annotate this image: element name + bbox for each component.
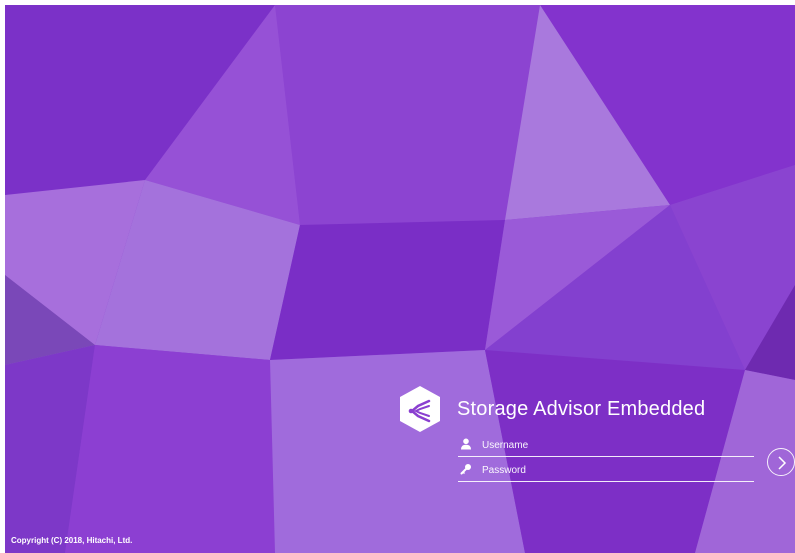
password-input[interactable] <box>482 461 752 479</box>
login-panel: Storage Advisor Embedded <box>398 385 795 495</box>
username-input[interactable] <box>482 436 752 454</box>
app-title: Storage Advisor Embedded <box>457 398 706 420</box>
password-field-wrapper <box>458 461 754 482</box>
copyright-text: Copyright (C) 2018, Hitachi, Ltd. <box>11 536 133 545</box>
chevron-right-icon <box>778 456 787 470</box>
user-icon <box>461 438 471 450</box>
login-submit-button[interactable] <box>767 448 795 476</box>
username-field-wrapper <box>458 436 754 457</box>
hitachi-logo-hexagon-icon <box>400 386 440 432</box>
login-page: Storage Advisor Embedded Copyright (C) 2… <box>5 5 795 553</box>
key-icon <box>460 464 471 475</box>
